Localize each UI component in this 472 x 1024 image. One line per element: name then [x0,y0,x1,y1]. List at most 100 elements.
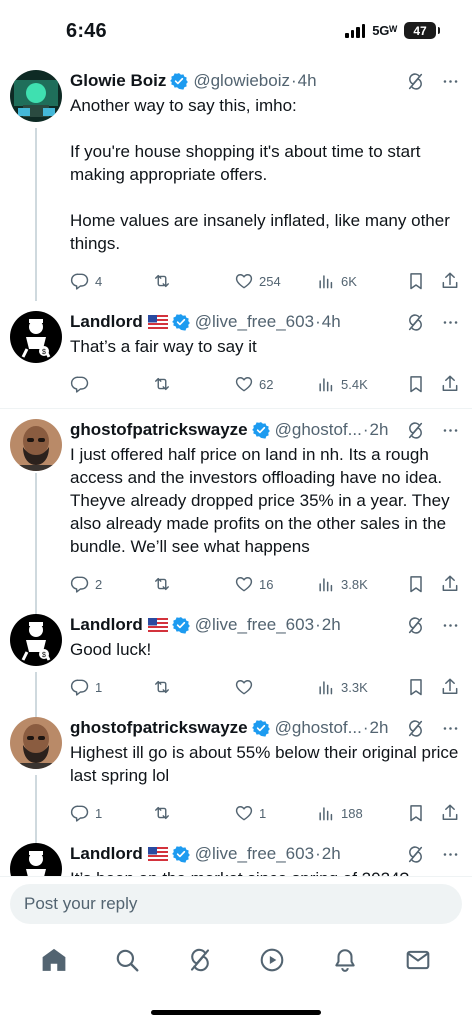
bookmark-button[interactable] [406,677,440,697]
more-dots-icon[interactable] [441,72,460,91]
heart-icon [235,806,253,821]
like-button[interactable] [234,677,316,697]
reply-tweet[interactable]: Glowie Boiz @glowieboiz · 4h Another way to … [0,64,472,301]
grok-icon [190,948,209,972]
grok-icon[interactable] [406,719,425,738]
display-name[interactable]: Landlord [70,843,143,865]
notifications-tab[interactable] [331,946,359,974]
home-icon [42,948,66,971]
more-dots-icon[interactable] [441,313,460,332]
separator-dot: · [362,718,369,737]
handle[interactable]: @live_free_603 [195,311,314,333]
more-dots-icon[interactable] [441,845,460,864]
reply-button[interactable]: 4 [70,271,152,291]
retweet-button[interactable] [152,803,234,823]
display-name[interactable]: Glowie Boiz [70,70,166,92]
home-tab[interactable] [40,946,68,974]
avatar[interactable] [10,419,62,471]
views-count: 5.4K [341,376,368,392]
share-button[interactable] [440,374,460,394]
like-button[interactable]: 1 [234,803,316,823]
grok-tab[interactable] [186,946,214,974]
avatar[interactable]: $ [10,614,62,666]
tweet-header: Landlord @live_free_603 · 4h [70,311,460,333]
search-tab[interactable] [113,946,141,974]
reply-button[interactable]: 2 [70,574,152,594]
tweet-actions: 1 1 188 [70,793,460,833]
svg-text:$: $ [42,349,46,356]
retweet-icon [155,577,169,591]
reply-tweet[interactable]: $ Landlord @live_free_603 · 4h That’s a fair … [0,301,472,409]
reply-bubble-icon [70,576,89,593]
views-button[interactable]: 6K [316,271,406,291]
grok-icon[interactable] [406,421,425,440]
bookmark-button[interactable] [406,803,440,823]
reply-button[interactable]: 1 [70,803,152,823]
video-tab[interactable] [258,946,286,974]
display-name[interactable]: ghostofpatrickswayze [70,717,248,739]
separator-dot: · [315,844,321,863]
grok-icon[interactable] [406,616,425,635]
timestamp: 4h [297,71,317,90]
handle[interactable]: @glowieboiz [193,70,290,92]
views-button[interactable]: 5.4K [316,374,406,394]
reply-tweet[interactable]: ghostofpatrickswayze @ghostof... · 2h I just… [0,409,472,604]
reply-button[interactable] [70,374,152,394]
avatar[interactable] [10,70,62,122]
share-button[interactable] [440,271,460,291]
more-dots-icon[interactable] [441,616,460,635]
tweet-actions: 1 3.3K [70,667,460,707]
views-button[interactable]: 188 [316,803,406,823]
like-button[interactable]: 16 [234,574,316,594]
grok-icon[interactable] [406,72,425,91]
reply-tweet[interactable]: ghostofpatrickswayze @ghostof... · 2h Highes… [0,707,472,833]
tweet-header: ghostofpatrickswayze @ghostof... · 2h [70,419,460,441]
bookmark-button[interactable] [406,271,440,291]
avatar[interactable]: $ [10,311,62,363]
tweet-actions: 62 5.4K [70,364,460,404]
views-button[interactable]: 3.8K [316,574,406,594]
bookmark-button[interactable] [406,574,440,594]
reply-button[interactable]: 1 [70,677,152,697]
tweet-text: It’s been on the market since spring of … [70,867,460,876]
like-button[interactable]: 254 [234,271,316,291]
share-button[interactable] [440,574,460,594]
reply-bubble-icon [70,805,89,822]
display-name[interactable]: Landlord [70,311,143,333]
retweet-button[interactable] [152,677,234,697]
views-button[interactable]: 3.3K [316,677,406,697]
reply-thread[interactable]: Glowie Boiz @glowieboiz · 4h Another way to … [0,64,472,876]
handle[interactable]: @live_free_603 [195,614,314,636]
reply-tweet[interactable]: $ Landlord @live_free_603·2h It’s been on t… [0,833,472,876]
messages-tab[interactable] [404,946,432,974]
bookmark-button[interactable] [406,374,440,394]
share-button[interactable] [440,677,460,697]
display-name[interactable]: Landlord [70,614,143,636]
reply-tweet[interactable]: $ Landlord @live_free_603 · 2h Good luck! 1 3.3… [0,604,472,707]
grok-icon[interactable] [406,313,425,332]
thread-connector [35,604,37,614]
more-dots-icon[interactable] [441,719,460,738]
like-count: 1 [259,805,267,821]
avatar[interactable] [10,717,62,769]
avatar[interactable]: $ [10,843,62,876]
more-dots-icon[interactable] [441,421,460,440]
tweet-actions: 2 16 3.8K [70,564,460,604]
retweet-button[interactable] [152,271,234,291]
views-count: 6K [341,273,357,289]
grok-icon[interactable] [406,845,425,864]
display-name[interactable]: ghostofpatrickswayze [70,419,248,441]
status-time: 6:46 [66,20,107,42]
retweet-button[interactable] [152,574,234,594]
timestamp: 2h [369,718,389,737]
heart-icon [235,377,253,392]
retweet-button[interactable] [152,374,234,394]
bookmark-icon [410,805,422,822]
handle[interactable]: @live_free_603 [195,843,314,865]
handle[interactable]: @ghostof... [275,717,362,739]
share-button[interactable] [440,803,460,823]
handle[interactable]: @ghostof... [275,419,362,441]
reply-composer-input[interactable]: Post your reply [10,884,462,924]
like-button[interactable]: 62 [234,374,316,394]
share-icon [442,575,458,591]
